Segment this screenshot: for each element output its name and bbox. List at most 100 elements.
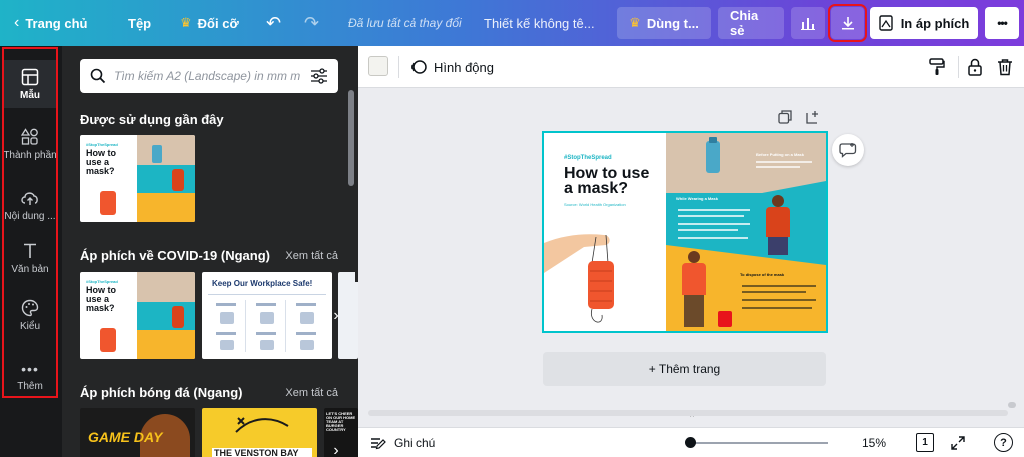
shapes-icon [21,127,38,145]
file-menu[interactable]: Tệp [128,7,151,39]
thumb-title: How to use a mask? [86,148,116,176]
design-text-line [678,215,744,217]
covid-section-title: Áp phích về COVID-19 (Ngang) [80,248,270,263]
design-title-text: Thiết kế không tê... [484,15,595,31]
insights-button[interactable] [791,7,825,39]
football-see-all-link[interactable]: Xem tất cả [285,387,338,399]
redo-icon: ↷ [304,12,320,33]
thumb-mask-shape [100,328,116,352]
delete-button[interactable] [994,56,1016,78]
football-scroll-right-button[interactable]: › [325,436,347,457]
download-button[interactable] [828,4,867,42]
design-bottle [706,141,720,173]
download-icon [841,17,854,30]
home-button[interactable]: ‹ Trang chủ [14,7,87,39]
panel-scrollbar[interactable] [348,90,354,186]
horizontal-scrollbar[interactable] [368,410,1008,416]
football-template-thumb-2[interactable]: THE VENSTON BAY [202,408,317,457]
canvas-area: #StopTheSpread How to use a mask? Source… [358,88,1024,423]
design-text-line [742,299,816,301]
lock-button[interactable] [964,56,986,78]
add-page-icon [806,111,818,124]
thumb-game-day: GAME DAY [88,429,163,445]
lock-icon [968,58,982,76]
thumb-title: How to use a mask? [86,285,116,313]
help-icon: ? [1000,436,1007,449]
rail-item-label: Thành phần [4,149,56,161]
duplicate-icon [778,110,792,124]
search-input[interactable] [114,69,302,83]
covid-see-all-link[interactable]: Xem tất cả [285,250,338,262]
chevron-right-icon: › [333,307,339,324]
animate-button[interactable]: Hình động [410,55,494,79]
design-person-body [682,263,706,295]
rail-item-text[interactable]: Văn bản [4,234,56,282]
thumb-mask-shape [100,191,116,215]
rail-item-label: Thêm [17,380,43,392]
redo-button[interactable]: ↷ [304,7,319,39]
design-title[interactable]: Thiết kế không tê... [484,7,595,39]
add-page-icon-button[interactable] [804,108,822,126]
notes-icon [371,438,386,450]
crown-icon: ♛ [180,15,192,30]
undo-button[interactable]: ↶ [266,7,281,39]
toolbar-divider [958,56,959,78]
design-person-legs [768,237,788,255]
design-text-line [742,307,812,309]
thumb-bottle-shape [152,145,162,163]
vertical-scrollbar[interactable] [1008,76,1016,412]
print-poster-button[interactable]: In áp phích [870,7,978,39]
duplicate-page-button[interactable] [776,108,794,126]
page-count-button[interactable]: 1 [916,433,934,452]
thumb-divider [208,294,326,295]
background-color-swatch[interactable] [368,56,388,76]
design-page[interactable]: #StopTheSpread How to use a mask? Source… [542,131,828,333]
try-pro-label: Dùng t... [646,15,699,31]
resize-button[interactable]: ♛ Đối cỡ [180,7,239,39]
thumb-teal-block [137,165,195,193]
add-page-button[interactable]: + Thêm trang [543,352,826,386]
paint-format-button[interactable] [926,56,948,78]
toolbar-divider [398,56,399,78]
design-bin [718,311,732,327]
rail-item-styles[interactable]: Kiểu [4,291,56,339]
text-icon [24,243,36,258]
thumb-play-diagram [235,417,289,433]
fullscreen-button[interactable] [948,433,968,453]
vertical-scrollbar-thumb[interactable] [1008,402,1016,408]
design-wearing-label: While Wearing a Mask [676,196,718,201]
football-section-title: Áp phích bóng đá (Ngang) [80,385,243,400]
help-button[interactable]: ? [994,433,1013,452]
share-button[interactable]: Chia sẻ [718,7,784,39]
rail-item-templates[interactable]: Mẫu [4,60,56,108]
try-pro-button[interactable]: ♛ Dùng t... [617,7,711,39]
thumb-hashtag: #StopTheSpread [86,279,118,284]
covid-scroll-right-button[interactable]: › [325,301,347,331]
templates-panel: Được sử dụng gần đây #StopTheSpread How … [62,46,358,457]
filter-icon[interactable] [310,68,328,84]
rail-item-uploads[interactable]: Nội dung ... [4,181,56,229]
add-comment-button[interactable] [832,134,864,166]
football-template-thumb[interactable]: GAME DAY [80,408,195,457]
recent-template-thumb[interactable]: #StopTheSpread How to use a mask? [80,135,195,222]
design-text-line [742,291,806,293]
design-hashtag: #StopTheSpread [564,155,612,161]
trash-icon [998,59,1012,76]
design-text-line [756,166,800,168]
design-person-head [772,195,784,207]
thumb-hashtag: #StopTheSpread [86,142,118,147]
workplace-template-thumb[interactable]: Keep Our Workplace Safe! [202,272,332,359]
recent-section-title: Được sử dụng gần đây [80,112,224,127]
zoom-slider-thumb[interactable] [685,437,696,448]
zoom-level[interactable]: 15% [862,436,886,450]
more-options-button[interactable]: ••• [985,7,1019,39]
expand-icon [951,436,965,450]
share-label: Chia sẻ [730,8,759,38]
rail-item-more[interactable]: ••• Thêm [4,352,56,400]
rail-item-label: Văn bản [11,263,49,275]
notes-button[interactable]: Ghi chú [370,433,435,453]
rail-item-elements[interactable]: Thành phần [4,120,56,168]
zoom-slider-track[interactable] [690,442,828,444]
covid-template-thumb[interactable]: #StopTheSpread How to use a mask? [80,272,195,359]
palette-icon [21,299,39,316]
